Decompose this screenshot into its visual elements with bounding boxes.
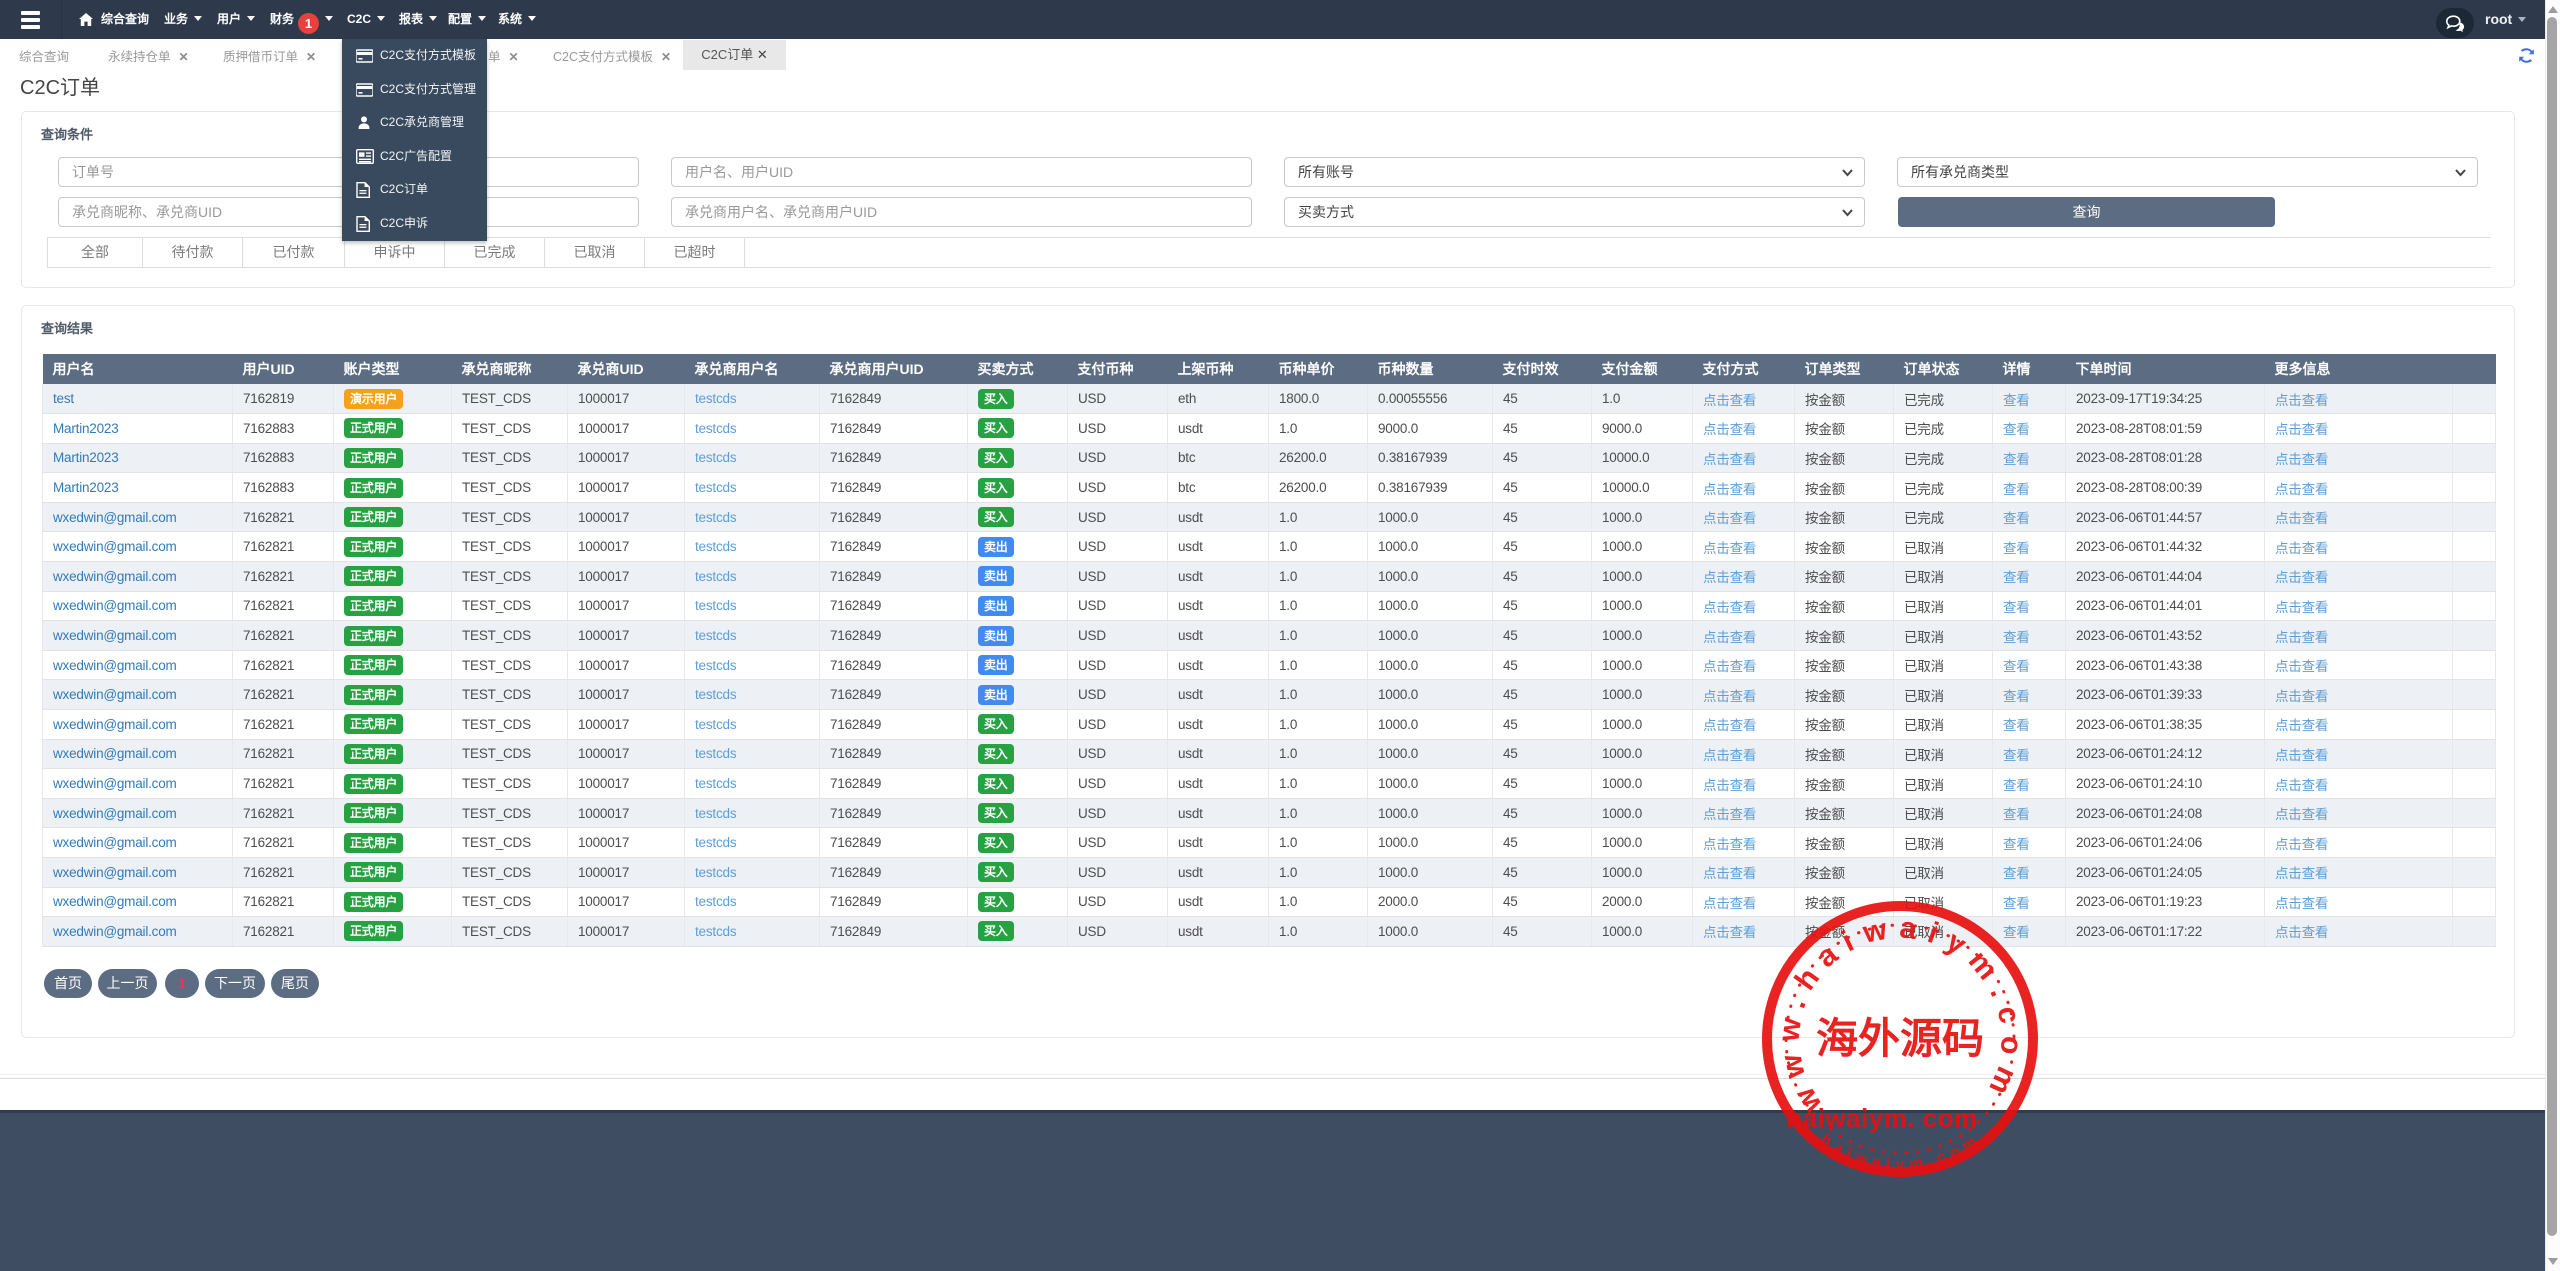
svg-text:海外源码: 海外源码 [1816, 1016, 1984, 1063]
svg-text:haiwaiym. com: haiwaiym. com [1786, 1103, 1977, 1133]
